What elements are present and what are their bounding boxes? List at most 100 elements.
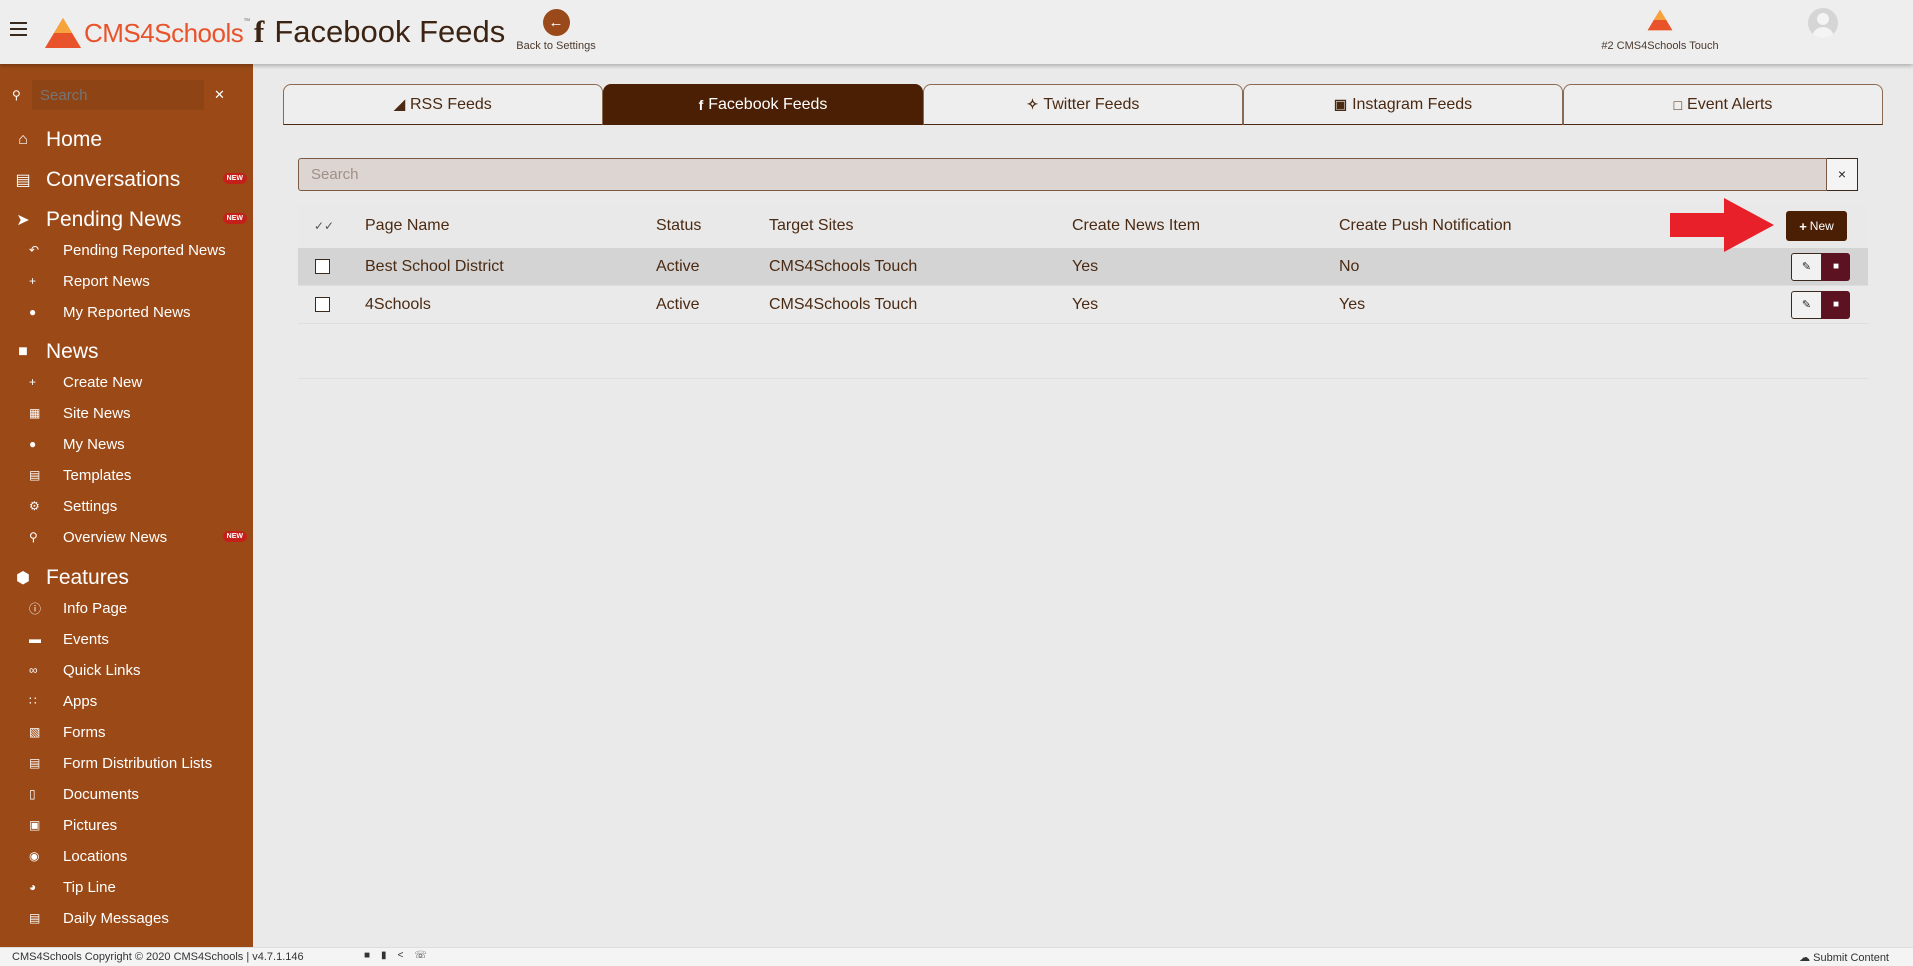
sidebar-section-label: Home (46, 128, 103, 151)
page-title-text: Facebook Feeds (274, 14, 506, 49)
top-header: CMS4Schools™ f Facebook Feeds ← Back to … (0, 0, 1913, 64)
close-icon[interactable]: × (1827, 158, 1858, 191)
sidebar-item-templates[interactable]: ▤ Templates (0, 462, 253, 488)
check-all-icon[interactable]: ✓✓ (314, 219, 334, 233)
column-header-target-sites[interactable]: Target Sites (769, 217, 853, 235)
sidebar-item-label: My Reported News (63, 303, 191, 321)
sidebar-item-settings[interactable]: ⚙ Settings (0, 493, 253, 519)
sidebar-section-conversations[interactable]: ▤ Conversations NEW (0, 165, 253, 195)
cell-target-sites: CMS4Schools Touch (769, 257, 918, 275)
plus-icon: + (29, 375, 37, 389)
tab-facebook-feeds[interactable]: f Facebook Feeds (603, 84, 923, 125)
sidebar-item-daily-messages[interactable]: ▤ Daily Messages (0, 905, 253, 931)
row-checkbox[interactable] (315, 297, 330, 312)
sidebar-section-news[interactable]: ■ News (0, 337, 253, 367)
cms4schools-logo[interactable]: CMS4Schools™ (44, 17, 250, 49)
lock-icon[interactable]: ■ (364, 950, 370, 961)
video-icon[interactable]: ▮ (381, 950, 387, 961)
sidebar-section-home[interactable]: ⌂ Home (0, 125, 253, 155)
info-icon: ⓘ (29, 601, 42, 616)
tab-instagram-feeds[interactable]: ▣ Instagram Feeds (1243, 84, 1563, 125)
plus-icon: + (1799, 218, 1807, 234)
site-switcher[interactable]: #2 CMS4Schools Touch (1580, 8, 1740, 52)
sidebar-item-my-reported-news[interactable]: ● My Reported News (0, 299, 253, 325)
column-header-page-name[interactable]: Page Name (365, 217, 450, 235)
row-checkbox[interactable] (315, 259, 330, 274)
sidebar-item-report-news[interactable]: + Report News (0, 268, 253, 294)
sidebar-item-label: Quick Links (63, 661, 141, 679)
sidebar-item-create-new[interactable]: + Create New (0, 369, 253, 395)
user-icon: ● (29, 305, 37, 319)
feeds-search: × (298, 158, 1858, 191)
feeds-search-input[interactable] (298, 158, 1827, 191)
trash-icon: ■ (1832, 261, 1840, 272)
edit-button[interactable]: ✎ (1791, 252, 1822, 281)
user-avatar[interactable] (1808, 8, 1838, 38)
hamburger-menu-icon[interactable] (10, 22, 27, 36)
sidebar-section-pending-news[interactable]: ➤ Pending News NEW (0, 205, 253, 235)
cell-page-name: Best School District (365, 257, 504, 275)
instagram-icon: ▣ (1333, 96, 1348, 112)
close-icon[interactable]: ✕ (214, 87, 225, 103)
new-feed-button[interactable]: + New (1786, 211, 1847, 241)
edit-button[interactable]: ✎ (1791, 290, 1822, 319)
logo-text: CMS4Schools™ (84, 17, 250, 48)
sidebar-item-pending-reported-news[interactable]: ↶ Pending Reported News (0, 237, 253, 263)
tab-twitter-feeds[interactable]: ✧ Twitter Feeds (923, 84, 1243, 125)
sidebar-item-quick-links[interactable]: ∞ Quick Links (0, 657, 253, 683)
sidebar-section-label: Conversations (46, 168, 181, 191)
sidebar-item-label: Events (63, 630, 109, 648)
sidebar-item-label: Pictures (63, 816, 118, 834)
sidebar-item-info-page[interactable]: ⓘ Info Page (0, 595, 253, 621)
sidebar-item-locations[interactable]: ◉ Locations (0, 843, 253, 869)
back-to-settings-label: Back to Settings (516, 40, 596, 52)
sidebar-item-site-news[interactable]: ▦ Site News (0, 400, 253, 426)
tab-event-alerts[interactable]: □ Event Alerts (1563, 84, 1883, 125)
phone-icon[interactable]: ☏ (414, 950, 427, 961)
delete-button[interactable]: ■ (1822, 252, 1850, 281)
page-title: f Facebook Feeds (254, 14, 505, 50)
sidebar-item-documents[interactable]: ▯ Documents (0, 781, 253, 807)
arrow-left-icon: ← (542, 9, 570, 36)
column-header-create-news-item[interactable]: Create News Item (1072, 217, 1200, 235)
table-row[interactable]: 4Schools Active CMS4Schools Touch Yes Ye… (298, 286, 1868, 324)
twitter-icon: ✧ (1026, 96, 1039, 112)
sidebar-search-input[interactable] (32, 80, 204, 110)
sidebar-item-my-news[interactable]: ● My News (0, 431, 253, 457)
tab-label: Twitter Feeds (1043, 95, 1140, 113)
table-row[interactable]: Best School District Active CMS4Schools … (298, 248, 1868, 286)
sidebar-item-form-distribution-lists[interactable]: ▤ Form Distribution Lists (0, 750, 253, 776)
sidebar-item-events[interactable]: ▬ Events (0, 626, 253, 652)
sidebar-item-label: Daily Messages (63, 909, 169, 927)
home-icon: ⌂ (18, 131, 28, 148)
sidebar-item-tip-line[interactable]: ◕ Tip Line (0, 874, 253, 900)
sidebar-item-apps[interactable]: ∷ Apps (0, 688, 253, 714)
template-icon: ▤ (29, 468, 41, 482)
sidebar-item-label: Documents (63, 785, 139, 803)
delete-button[interactable]: ■ (1822, 290, 1850, 319)
sidebar-item-overview-news[interactable]: ⚲ Overview News NEW (0, 524, 253, 550)
column-header-create-push-notification[interactable]: Create Push Notification (1339, 217, 1512, 235)
submit-content-link[interactable]: ☁ Submit Content (1799, 951, 1889, 964)
sidebar-item-label: Forms (63, 723, 106, 741)
cell-create-news-item: Yes (1072, 295, 1099, 313)
list-icon: ▤ (29, 756, 41, 770)
table-divider (298, 378, 1868, 379)
facebook-icon: f (698, 96, 704, 113)
document-icon: ▯ (29, 787, 36, 801)
sidebar-item-pictures[interactable]: ▣ Pictures (0, 812, 253, 838)
feed-tabs: ◢ RSS Feeds f Facebook Feeds ✧ Twitter F… (283, 84, 1883, 125)
sidebar-section-features[interactable]: ⬢ Features (0, 563, 253, 593)
cell-create-push-notification: No (1339, 257, 1360, 275)
share-icon[interactable]: < (398, 950, 404, 961)
column-header-status[interactable]: Status (656, 217, 701, 235)
new-button-label: New (1809, 219, 1834, 233)
cell-page-name: 4Schools (365, 295, 431, 313)
back-to-settings-button[interactable]: ← Back to Settings (512, 9, 600, 52)
calendar-icon: □ (1673, 96, 1683, 113)
feeds-table: ✓✓ Page Name Status Target Sites Create … (298, 204, 1868, 324)
sidebar-item-forms[interactable]: ▧ Forms (0, 719, 253, 745)
tab-label: RSS Feeds (409, 95, 492, 113)
cell-create-news-item: Yes (1072, 257, 1099, 275)
tab-rss-feeds[interactable]: ◢ RSS Feeds (283, 84, 603, 125)
